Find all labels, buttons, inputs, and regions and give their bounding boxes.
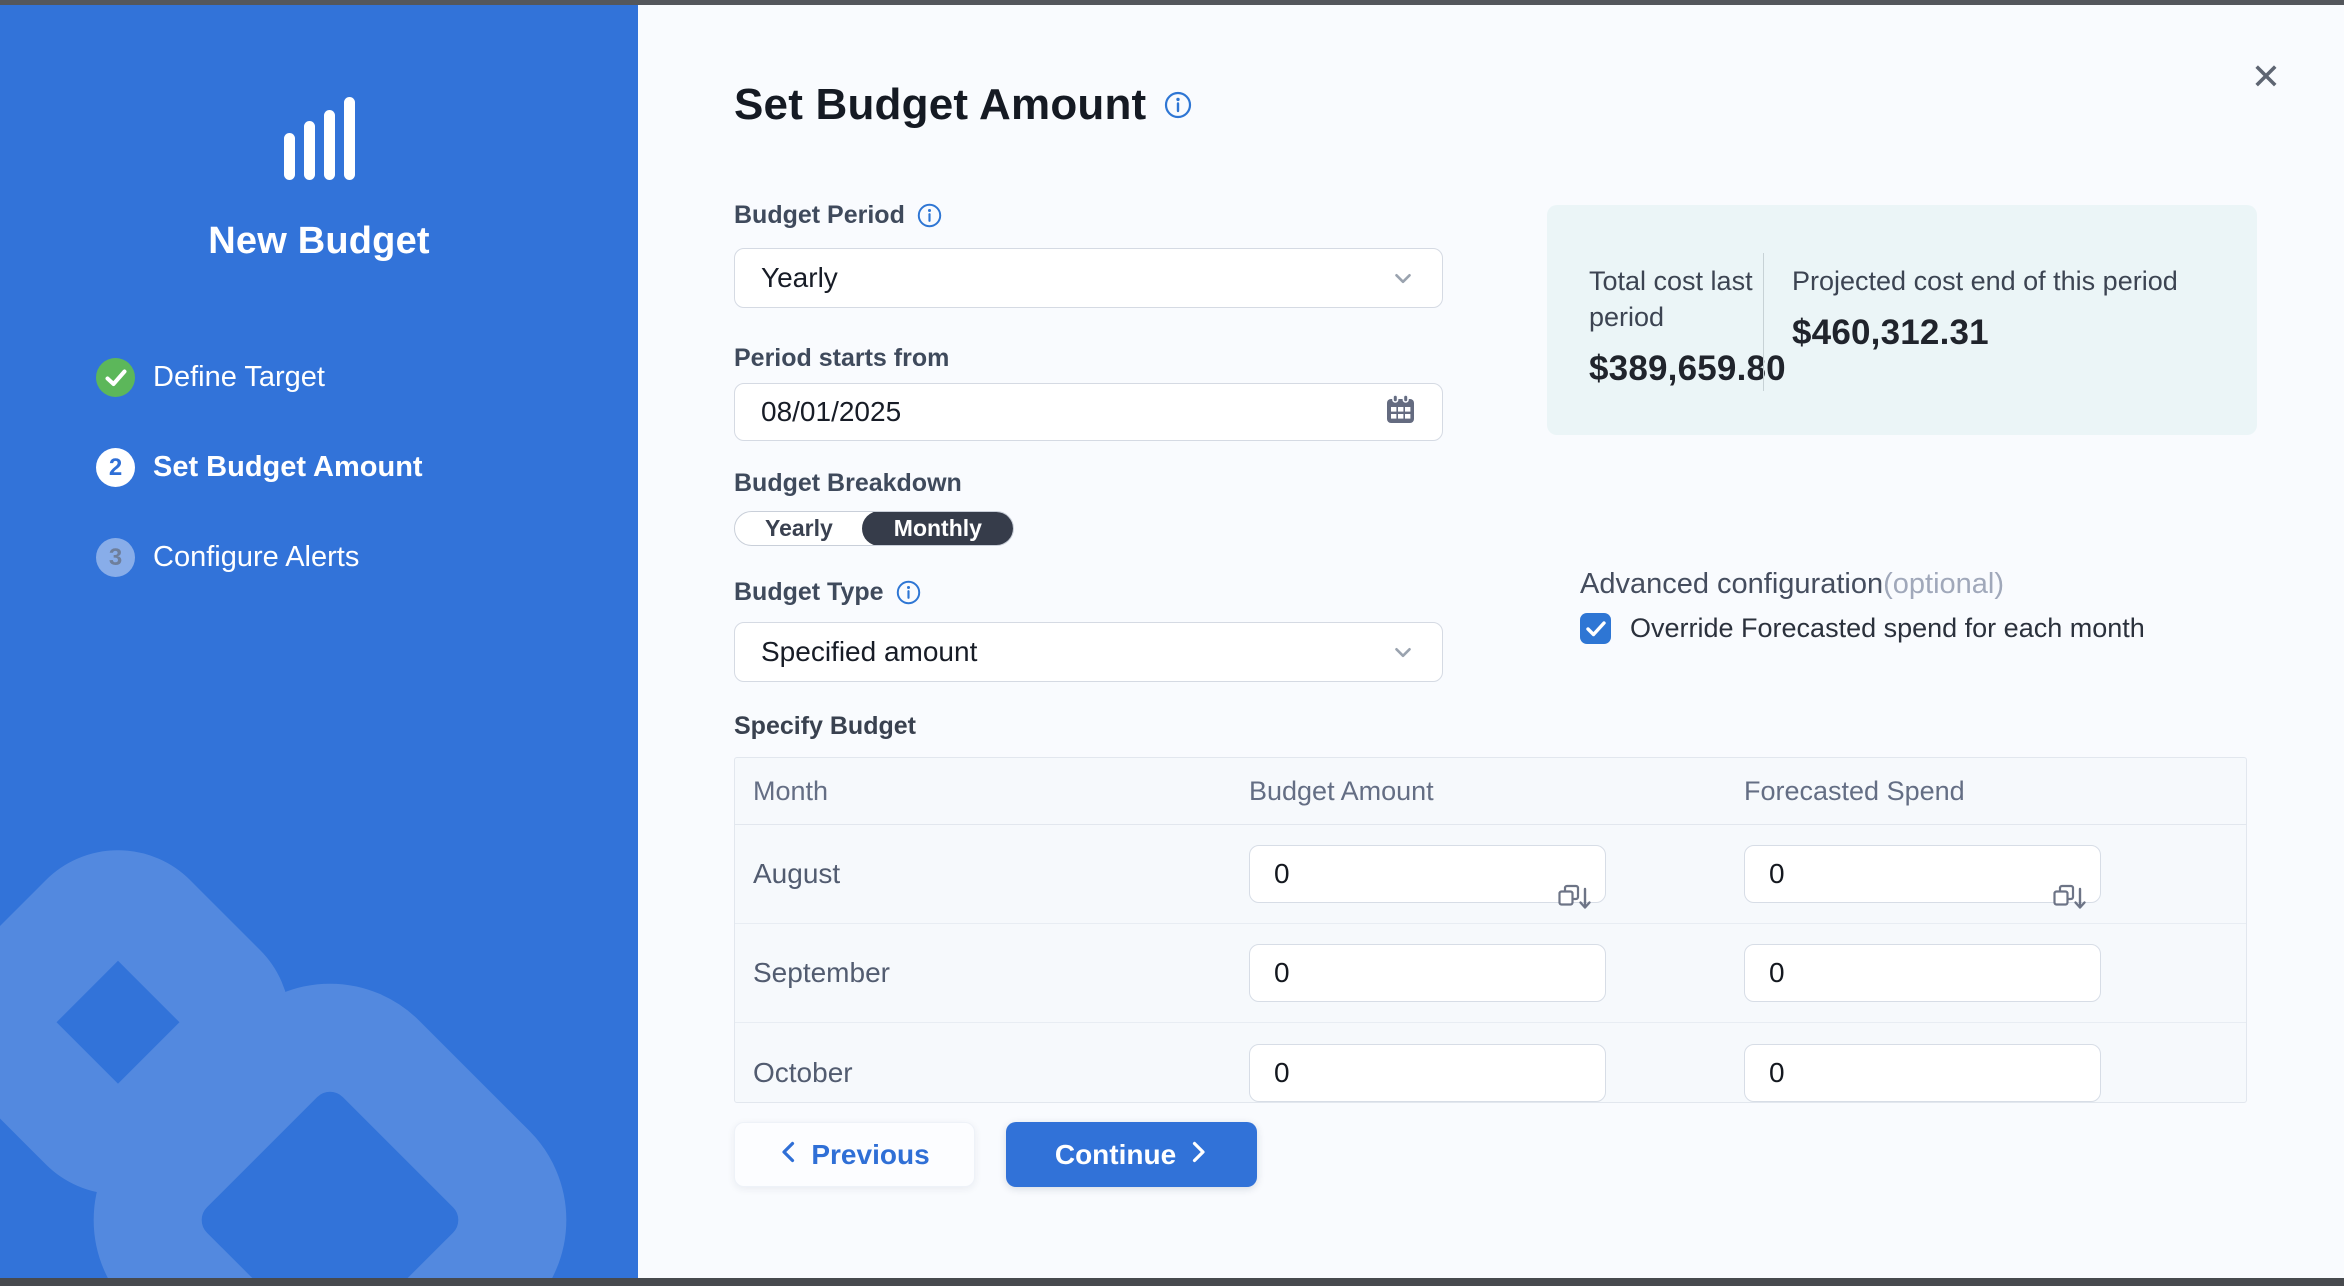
screen-edge-top (0, 0, 2344, 5)
chevron-down-icon (1390, 639, 1416, 665)
toggle-option-monthly[interactable]: Monthly (862, 511, 1014, 546)
forecasted-spend-input-september[interactable] (1744, 944, 2101, 1002)
step-label: Define Target (153, 361, 325, 394)
period-starts-value: 08/01/2025 (761, 396, 901, 428)
column-header-budget-amount: Budget Amount (1249, 776, 1744, 807)
new-budget-modal: New Budget Define Target 2 Set Budget Am… (0, 0, 2344, 1286)
copy-down-icon[interactable] (2051, 883, 2087, 920)
budget-type-label-text: Budget Type (734, 578, 884, 607)
month-cell: October (735, 1057, 1249, 1089)
cost-summary-panel: Total cost last period $389,659.80 Proje… (1547, 205, 2257, 435)
total-cost-label: Total cost last period (1589, 263, 1763, 335)
budget-breakdown-label-text: Budget Breakdown (734, 469, 962, 498)
specify-budget-table: Month Budget Amount Forecasted Spend Aug… (734, 757, 2247, 1103)
table-row-september: September (735, 924, 2246, 1023)
projected-cost-label: Projected cost end of this period (1792, 263, 2222, 299)
step-number-badge: 3 (96, 538, 135, 577)
budget-amount-input-october[interactable] (1249, 1044, 1606, 1102)
budget-amount-input-august[interactable] (1249, 845, 1606, 903)
period-starts-date-field[interactable]: 08/01/2025 (734, 383, 1443, 441)
specify-budget-title: Specify Budget (734, 712, 916, 741)
calendar-icon[interactable] (1385, 393, 1416, 432)
page-header: Set Budget Amount (734, 80, 1192, 130)
chevron-right-icon (1190, 1139, 1208, 1171)
budget-type-select[interactable]: Specified amount (734, 622, 1443, 682)
step-number-badge: 2 (96, 448, 135, 487)
table-row-october: October (735, 1023, 2246, 1103)
wizard-sidebar: New Budget Define Target 2 Set Budget Am… (0, 0, 638, 1286)
period-starts-label-text: Period starts from (734, 344, 949, 373)
previous-button[interactable]: Previous (734, 1122, 975, 1187)
month-cell: August (735, 858, 1249, 890)
projected-cost-value: $460,312.31 (1792, 313, 2229, 353)
budget-period-label: Budget Period (734, 201, 942, 230)
step-done-check-icon (96, 358, 135, 397)
budget-breakdown-toggle: Yearly Monthly (734, 511, 1014, 546)
chevron-left-icon (779, 1139, 797, 1171)
budget-period-value: Yearly (761, 262, 838, 294)
step-set-budget-amount[interactable]: 2 Set Budget Amount (96, 448, 423, 487)
override-forecast-row: Override Forecasted spend for each month (1580, 613, 2145, 644)
advanced-title-text: Advanced configuration (1580, 568, 1883, 600)
override-forecast-label: Override Forecasted spend for each month (1630, 613, 2145, 644)
continue-button[interactable]: Continue (1006, 1122, 1257, 1187)
advanced-configuration-title: Advanced configuration(optional) (1580, 568, 2004, 601)
info-icon[interactable] (1164, 91, 1192, 119)
override-forecast-checkbox[interactable] (1580, 613, 1611, 644)
forecasted-spend-input-october[interactable] (1744, 1044, 2101, 1102)
wizard-title: New Budget (208, 220, 430, 263)
step-define-target[interactable]: Define Target (96, 358, 423, 397)
total-cost-block: Total cost last period $389,659.80 (1547, 205, 1763, 435)
bar-chart-icon (284, 96, 355, 180)
brand-block: New Budget (0, 96, 638, 263)
total-cost-value: $389,659.80 (1589, 349, 1763, 389)
budget-type-label: Budget Type (734, 578, 921, 607)
projected-cost-block: Projected cost end of this period $460,3… (1764, 205, 2229, 435)
budget-type-value: Specified amount (761, 636, 977, 668)
brand-watermark (0, 808, 638, 1278)
month-cell: September (735, 957, 1249, 989)
budget-period-label-text: Budget Period (734, 201, 905, 230)
period-starts-label: Period starts from (734, 344, 949, 373)
screen-edge-bottom (0, 1278, 2344, 1286)
page-title: Set Budget Amount (734, 80, 1146, 130)
info-icon[interactable] (896, 580, 921, 605)
step-label: Set Budget Amount (153, 451, 423, 484)
budget-period-select[interactable]: Yearly (734, 248, 1443, 308)
budget-amount-input-september[interactable] (1249, 944, 1606, 1002)
step-label: Configure Alerts (153, 541, 359, 574)
step-configure-alerts[interactable]: 3 Configure Alerts (96, 538, 423, 577)
copy-down-icon[interactable] (1556, 883, 1592, 920)
info-icon[interactable] (917, 203, 942, 228)
chevron-down-icon (1390, 265, 1416, 291)
table-row-august: August (735, 825, 2246, 924)
column-header-forecasted-spend: Forecasted Spend (1744, 776, 2246, 807)
close-icon[interactable]: ✕ (2243, 54, 2289, 100)
continue-button-label: Continue (1055, 1139, 1176, 1171)
column-header-month: Month (735, 776, 1249, 807)
toggle-option-yearly[interactable]: Yearly (735, 512, 863, 545)
table-header-row: Month Budget Amount Forecasted Spend (735, 758, 2246, 825)
optional-suffix: (optional) (1883, 568, 2004, 600)
wizard-steps: Define Target 2 Set Budget Amount 3 Conf… (96, 358, 423, 577)
forecasted-spend-input-august[interactable] (1744, 845, 2101, 903)
previous-button-label: Previous (811, 1139, 929, 1171)
budget-breakdown-label: Budget Breakdown (734, 469, 962, 498)
